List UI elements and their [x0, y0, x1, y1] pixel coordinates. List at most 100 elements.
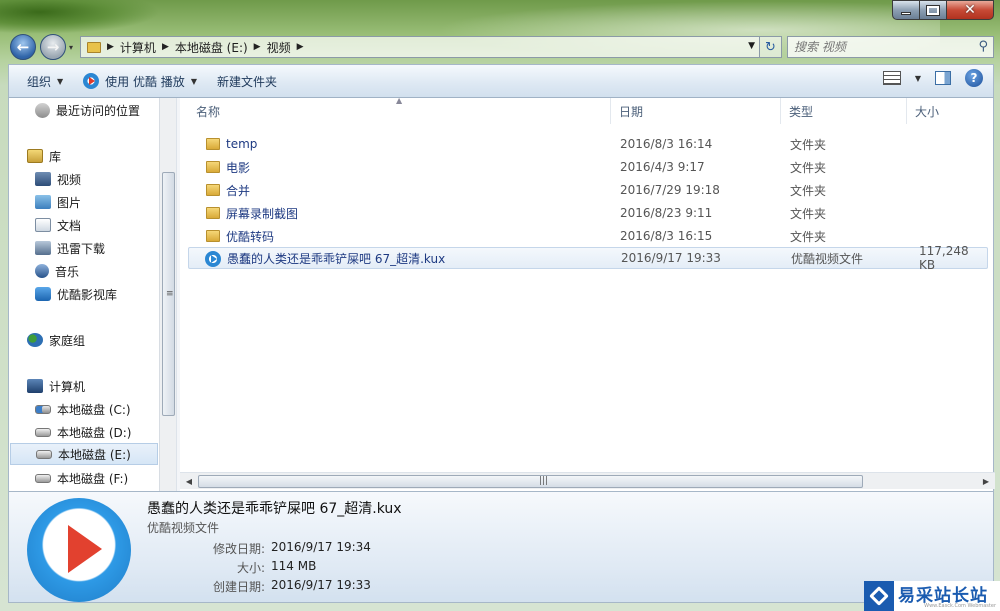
nav-drive-f[interactable]: 本地磁盘 (F:)	[35, 467, 167, 489]
details-created-value: 2016/9/17 19:33	[271, 578, 371, 592]
breadcrumb-chevron-icon[interactable]: ▶	[162, 42, 169, 52]
file-date: 2016/8/23 9:11	[620, 206, 713, 220]
nav-drive-label: 本地磁盘 (F:)	[57, 471, 129, 486]
scroll-left-icon[interactable]: ◀	[182, 475, 196, 488]
details-modified-value[interactable]: 2016/9/17 19:34	[271, 540, 371, 554]
recent-pages-dropdown[interactable]: ▾	[69, 43, 73, 52]
search-icon[interactable]: ⚲	[978, 39, 988, 54]
column-header-date[interactable]: 日期	[611, 98, 781, 124]
nav-drive-d[interactable]: 本地磁盘 (D:)	[35, 421, 167, 443]
nav-scrollbar[interactable]: ≡	[159, 98, 176, 491]
close-icon: ✕	[964, 2, 976, 18]
file-row[interactable]: 屏幕录制截图 2016/8/23 9:11 文件夹	[188, 202, 988, 224]
column-header-size[interactable]: 大小	[907, 98, 995, 124]
search-input[interactable]	[788, 37, 968, 57]
arrow-right-icon: →	[46, 38, 60, 56]
nav-item-music[interactable]: 音乐	[35, 260, 167, 282]
details-file-type: 优酷视频文件	[147, 521, 220, 535]
address-bar[interactable]: ▶ 计算机 ▶ 本地磁盘 (E:) ▶ 视频 ▶ ▼	[80, 36, 760, 58]
library-icon	[27, 149, 43, 163]
chevron-down-icon: ▼	[57, 76, 64, 86]
scroll-right-icon[interactable]: ▶	[979, 475, 993, 488]
column-header-type[interactable]: 类型	[781, 98, 907, 124]
close-button[interactable]: ✕	[947, 0, 994, 20]
file-row[interactable]: 合并 2016/7/29 19:18 文件夹	[188, 179, 988, 201]
organize-button[interactable]: 组织 ▼	[17, 68, 73, 94]
file-type: 优酷视频文件	[791, 251, 864, 266]
forward-button[interactable]: →	[40, 34, 66, 60]
preview-pane-icon[interactable]	[935, 71, 951, 85]
file-row-selected[interactable]: 愚蠢的人类还是乖乖铲屎吧 67_超清.kux 2016/9/17 19:33 优…	[188, 244, 988, 272]
address-row: ← → ▾ ▶ 计算机 ▶ 本地磁盘 (E:) ▶ 视频 ▶ ▼ ↻ ⚲	[8, 33, 994, 61]
horizontal-scrollbar[interactable]: ◀ ||| ▶	[180, 472, 995, 489]
file-type: 文件夹	[790, 229, 827, 244]
folder-icon	[206, 184, 220, 196]
nav-item-label: 图片	[57, 195, 82, 210]
nav-recent-places[interactable]: 最近访问的位置	[35, 99, 167, 121]
watermark-subtext: Www.Easck.Com Webmaster	[924, 603, 996, 609]
breadcrumb-chevron-icon[interactable]: ▶	[297, 42, 304, 52]
nav-item-youku-library[interactable]: 优酷影视库	[35, 283, 167, 305]
maximize-icon	[926, 4, 940, 16]
breadcrumb-computer[interactable]: 计算机	[120, 39, 156, 56]
toolbar-right: ▼ ?	[882, 69, 983, 87]
help-icon[interactable]: ?	[965, 69, 983, 87]
nav-item-pictures[interactable]: 图片	[35, 191, 167, 213]
minimize-button[interactable]	[892, 0, 920, 20]
nav-item-videos[interactable]: 视频	[35, 168, 167, 190]
folder-icon	[206, 207, 220, 219]
file-date: 2016/8/3 16:14	[620, 137, 713, 151]
desktop-wallpaper-fragment	[0, 0, 160, 34]
nav-drive-c[interactable]: 本地磁盘 (C:)	[35, 398, 167, 420]
nav-drive-e[interactable]: 本地磁盘 (E:)	[10, 443, 158, 465]
column-header-name[interactable]: 名称	[188, 98, 611, 124]
back-button[interactable]: ←	[10, 34, 36, 60]
file-name: temp	[226, 137, 258, 151]
file-name: 愚蠢的人类还是乖乖铲屎吧 67_超清.kux	[227, 251, 446, 266]
grip-icon: ≡	[166, 289, 174, 299]
new-folder-button[interactable]: 新建文件夹	[207, 68, 287, 94]
file-type: 文件夹	[790, 183, 827, 198]
file-row[interactable]: 优酷转码 2016/8/3 16:15 文件夹	[188, 225, 988, 247]
nav-drive-label: 本地磁盘 (D:)	[57, 425, 132, 440]
change-view-icon[interactable]	[882, 71, 901, 85]
explorer-window: ✕ ← → ▾ ▶ 计算机 ▶ 本地磁盘 (E:) ▶ 视频 ▶ ▼ ↻ ⚲ 组…	[0, 0, 1000, 611]
nav-scrollbar-thumb[interactable]: ≡	[162, 172, 175, 416]
download-library-icon	[35, 241, 51, 255]
nav-item-thunder-downloads[interactable]: 迅雷下载	[35, 237, 167, 259]
nav-homegroup[interactable]: 家庭组	[27, 329, 167, 351]
file-date: 2016/4/3 9:17	[620, 160, 705, 174]
view-options-dropdown[interactable]: ▼	[915, 74, 921, 83]
breadcrumb-chevron-icon[interactable]: ▶	[107, 42, 114, 52]
nav-item-documents[interactable]: 文档	[35, 214, 167, 236]
refresh-button[interactable]: ↻	[760, 36, 782, 58]
file-name: 合并	[226, 183, 251, 198]
nav-computer[interactable]: 计算机	[27, 375, 167, 397]
file-row[interactable]: 电影 2016/4/3 9:17 文件夹	[188, 156, 988, 178]
system-drive-icon	[35, 404, 51, 414]
details-pane: 愚蠢的人类还是乖乖铲屎吧 67_超清.kux 优酷视频文件 修改日期: 2016…	[8, 491, 994, 603]
drive-icon	[35, 427, 51, 437]
breadcrumb-chevron-icon[interactable]: ▶	[254, 42, 261, 52]
nav-item-label: 音乐	[55, 264, 80, 279]
play-label: 使用 优酷 播放	[105, 74, 185, 89]
nav-item-label: 文档	[57, 218, 82, 233]
horizontal-scrollbar-thumb[interactable]: |||	[198, 475, 863, 488]
address-dropdown-icon[interactable]: ▼	[748, 41, 755, 51]
file-date: 2016/7/29 19:18	[620, 183, 720, 197]
maximize-button[interactable]	[920, 0, 947, 20]
folder-icon	[206, 138, 220, 150]
breadcrumb-drive-e[interactable]: 本地磁盘 (E:)	[175, 39, 248, 56]
breadcrumb-videos[interactable]: 视频	[267, 39, 291, 56]
nav-item-label: 视频	[57, 172, 82, 187]
file-row[interactable]: temp 2016/8/3 16:14 文件夹	[188, 133, 988, 155]
file-date: 2016/9/17 19:33	[621, 251, 721, 265]
play-with-youku-button[interactable]: 使用 优酷 播放 ▼	[73, 68, 207, 94]
file-name: 电影	[226, 160, 251, 175]
file-name: 优酷转码	[226, 229, 275, 244]
nav-libraries[interactable]: 库	[27, 145, 167, 167]
details-size-label: 大小:	[236, 561, 265, 575]
file-type: 文件夹	[790, 137, 827, 152]
caption-buttons: ✕	[892, 0, 994, 22]
recent-places-icon	[35, 102, 50, 118]
